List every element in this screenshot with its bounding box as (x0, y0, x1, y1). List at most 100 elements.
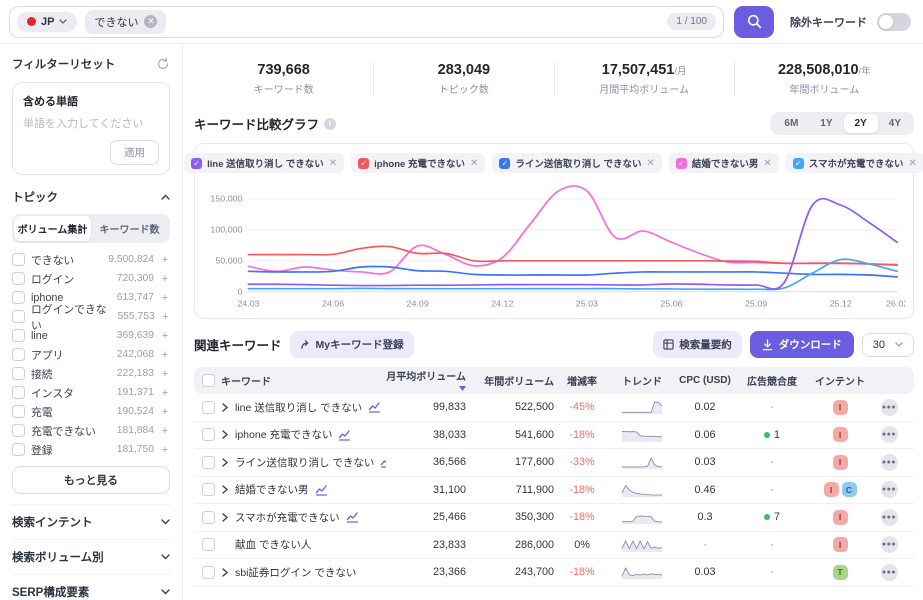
row-menu-button[interactable]: ●●● (881, 509, 898, 526)
row-checkbox[interactable] (202, 428, 215, 441)
topic-checkbox[interactable] (12, 386, 25, 399)
expand-row-icon[interactable] (221, 513, 229, 522)
add-topic-button[interactable]: + (160, 368, 170, 380)
legend-chip[interactable]: ✓ 結婚できない男 ✕ (669, 153, 779, 173)
reset-icon[interactable] (156, 57, 170, 71)
keyword-chart-icon[interactable] (346, 511, 359, 523)
country-selector[interactable]: JP (17, 12, 77, 32)
row-checkbox[interactable] (202, 538, 215, 551)
add-topic-button[interactable]: + (160, 387, 170, 399)
row-checkbox[interactable] (202, 511, 215, 524)
expand-row-icon[interactable] (221, 403, 229, 412)
keyword-chart-icon[interactable] (368, 401, 381, 413)
row-checkbox[interactable] (202, 483, 215, 496)
keyword-text[interactable]: 献血 できない人 (235, 537, 311, 552)
row-menu-button[interactable]: ●●● (881, 399, 898, 416)
row-menu-button[interactable]: ●●● (881, 426, 898, 443)
add-topic-button[interactable]: + (160, 330, 170, 342)
remove-series-icon[interactable]: ✕ (646, 158, 654, 169)
topic-checkbox[interactable] (12, 291, 25, 304)
row-checkbox[interactable] (202, 456, 215, 469)
row-checkbox[interactable] (202, 401, 215, 414)
topic-section-header[interactable]: トピック (12, 189, 170, 205)
header-change-rate[interactable]: 増減率 (554, 373, 610, 388)
add-topic-button[interactable]: + (160, 292, 170, 304)
legend-chip[interactable]: ✓ ライン送信取り消し できない ✕ (492, 153, 662, 173)
range-tab-2y[interactable]: 2Y (844, 114, 878, 133)
add-topic-button[interactable]: + (160, 273, 170, 285)
topic-checkbox[interactable] (12, 310, 25, 323)
keyword-text[interactable]: sbi証券ログイン できない (235, 565, 356, 580)
row-checkbox[interactable] (202, 566, 215, 579)
legend-checkbox[interactable]: ✓ (793, 158, 804, 169)
header-cpc[interactable]: CPC (USD) (674, 375, 736, 386)
sidebar-section[interactable]: SERP構成要素 (12, 574, 170, 600)
expand-row-icon[interactable] (221, 485, 229, 494)
add-topic-button[interactable]: + (160, 425, 170, 437)
legend-chip[interactable]: ✓ iphone 充電できない ✕ (351, 153, 485, 173)
keyword-chart-icon[interactable] (315, 484, 328, 496)
exclude-keywords-toggle[interactable] (877, 13, 911, 31)
ad-competition: - (736, 566, 808, 578)
search-volume-summary-button[interactable]: 検索量要約 (653, 331, 742, 358)
add-topic-button[interactable]: + (160, 349, 170, 361)
topic-tab[interactable]: ボリューム集計 (14, 216, 91, 241)
remove-keyword-icon[interactable]: ✕ (144, 15, 157, 28)
row-menu-button[interactable]: ●●● (881, 536, 898, 553)
legend-checkbox[interactable]: ✓ (676, 158, 687, 169)
legend-checkbox[interactable]: ✓ (499, 158, 510, 169)
expand-row-icon[interactable] (221, 568, 229, 577)
row-menu-button[interactable]: ●●● (881, 481, 898, 498)
topic-checkbox[interactable] (12, 405, 25, 418)
add-topic-button[interactable]: + (161, 311, 170, 323)
header-ad-competition[interactable]: 広告競合度 (736, 373, 808, 388)
legend-chip[interactable]: ✓ line 送信取り消し できない ✕ (184, 153, 344, 173)
sidebar-section[interactable]: 検索インテント (12, 504, 170, 539)
topic-checkbox[interactable] (12, 348, 25, 361)
range-tab-6m[interactable]: 6M (773, 114, 809, 133)
include-words-input[interactable] (23, 118, 159, 130)
add-topic-button[interactable]: + (160, 254, 170, 266)
keyword-text[interactable]: スマホが充電できない (235, 510, 340, 525)
topic-checkbox[interactable] (12, 253, 25, 266)
topic-checkbox[interactable] (12, 329, 25, 342)
topic-tab[interactable]: キーワード数 (91, 216, 168, 241)
keyword-text[interactable]: line 送信取り消し できない (235, 400, 362, 415)
header-monthly-volume[interactable]: 月平均ボリューム (386, 368, 466, 394)
legend-chip[interactable]: ✓ スマホが充電できない ✕ (786, 153, 923, 173)
keyword-text[interactable]: iphone 充電できない (235, 427, 332, 442)
expand-row-icon[interactable] (221, 430, 229, 439)
topic-checkbox[interactable] (12, 367, 25, 380)
topic-checkbox[interactable] (12, 272, 25, 285)
remove-series-icon[interactable]: ✕ (763, 158, 771, 169)
keyword-text[interactable]: ライン送信取り消し できない (235, 455, 374, 470)
select-all-checkbox[interactable] (202, 374, 215, 387)
my-keyword-register-button[interactable]: Myキーワード登録 (290, 331, 414, 358)
remove-series-icon[interactable]: ✕ (470, 158, 478, 169)
sidebar-section[interactable]: 検索ボリューム別 (12, 539, 170, 574)
keyword-chart-icon[interactable] (338, 429, 351, 441)
add-topic-button[interactable]: + (160, 406, 170, 418)
apply-button[interactable]: 適用 (110, 140, 159, 165)
remove-series-icon[interactable]: ✕ (329, 158, 337, 169)
download-button[interactable]: ダウンロード (750, 331, 854, 358)
remove-series-icon[interactable]: ✕ (909, 158, 917, 169)
add-topic-button[interactable]: + (160, 444, 170, 456)
range-tab-4y[interactable]: 4Y (878, 114, 912, 133)
row-menu-button[interactable]: ●●● (881, 564, 898, 581)
keyword-text[interactable]: 結婚できない男 (235, 482, 309, 497)
topic-checkbox[interactable] (12, 424, 25, 437)
row-menu-button[interactable]: ●●● (881, 454, 898, 471)
show-more-button[interactable]: もっと見る (12, 466, 170, 494)
main-content: 739,668 キーワード数 283,049 トピック数 17,507,451/… (183, 44, 923, 600)
expand-row-icon[interactable] (221, 458, 229, 467)
search-bar[interactable]: JP できない ✕ 1 / 100 (9, 6, 724, 38)
page-size-select[interactable]: 30 (862, 333, 914, 357)
info-icon[interactable]: i (324, 118, 336, 130)
topic-checkbox[interactable] (12, 443, 25, 456)
header-yearly-volume[interactable]: 年間ボリューム (466, 373, 554, 388)
legend-checkbox[interactable]: ✓ (191, 158, 202, 169)
range-tab-1y[interactable]: 1Y (809, 114, 843, 133)
search-button[interactable] (734, 6, 774, 38)
legend-checkbox[interactable]: ✓ (358, 158, 369, 169)
